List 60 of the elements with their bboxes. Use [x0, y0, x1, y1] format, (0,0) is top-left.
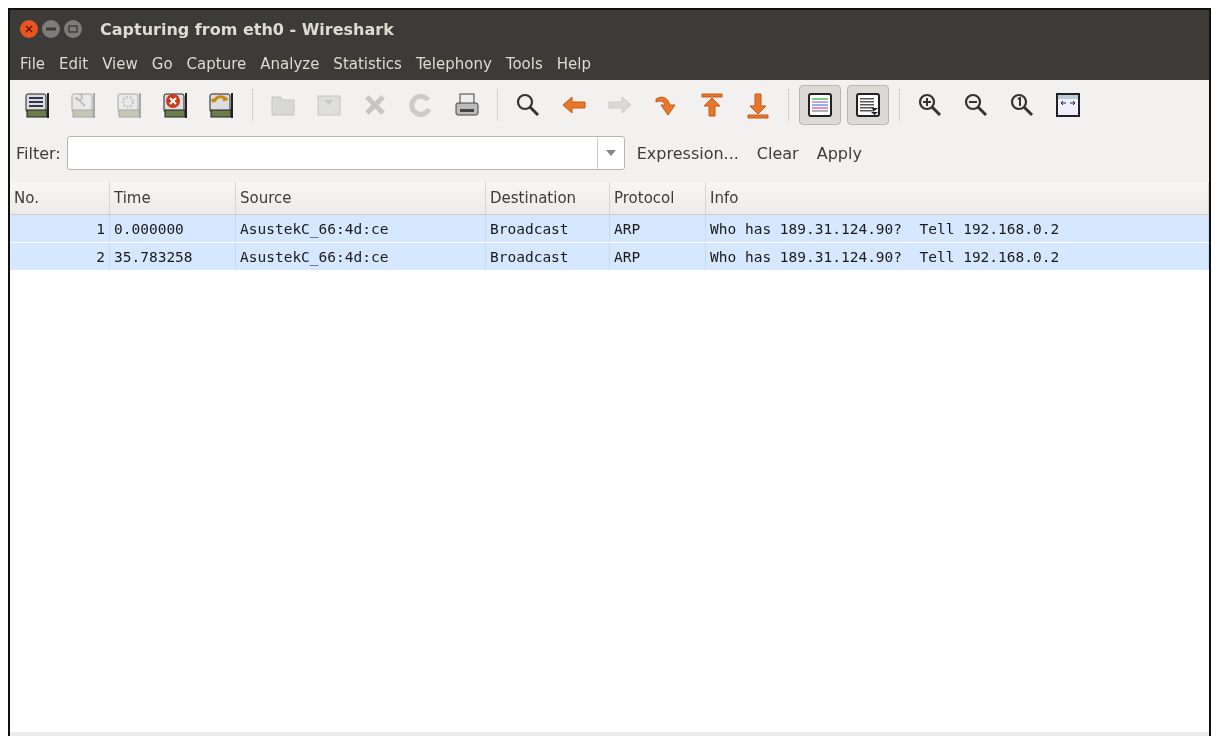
table-cell: Who has 189.31.124.90? Tell 192.168.0.2: [706, 215, 1209, 242]
column-header[interactable]: Protocol: [610, 182, 706, 214]
column-header[interactable]: Time: [110, 182, 236, 214]
filter-label: Filter:: [16, 143, 61, 163]
down-arrow-bar-icon: [744, 91, 772, 119]
minimize-button[interactable]: [42, 20, 60, 38]
menu-item[interactable]: File: [14, 51, 54, 77]
network-card-restart-icon: [208, 90, 236, 120]
zoom-normal-magnifier-icon: [1008, 91, 1036, 119]
table-cell: Who has 189.31.124.90? Tell 192.168.0.2: [706, 243, 1209, 270]
menu-item[interactable]: Capture: [180, 51, 255, 77]
printer-icon: [453, 91, 481, 119]
scrolling-list-icon: [854, 91, 882, 119]
network-card-wrench-icon: [70, 90, 98, 120]
column-header[interactable]: Source: [236, 182, 486, 214]
close-button[interactable]: [20, 20, 38, 38]
menu-item[interactable]: Go: [145, 51, 181, 77]
packet-row[interactable]: 1 0.000000 AsustekC_66:4d:ce Broadcast ARP Who has 189.31.124.90? Tell 192.168.0.2: [10, 215, 1209, 243]
filter-button[interactable]: Expression...: [630, 139, 745, 167]
table-cell: Broadcast: [486, 215, 610, 242]
column-header[interactable]: Info: [706, 182, 1209, 214]
zoom-out-magnifier-icon: [962, 91, 990, 119]
table-cell: AsustekC_66:4d:ce: [236, 215, 486, 242]
network-card-stop-icon: [162, 90, 190, 120]
filter-button[interactable]: Clear: [750, 139, 805, 167]
network-card-gear-icon: [116, 90, 144, 120]
column-header[interactable]: No.: [10, 182, 110, 214]
menu-item[interactable]: Analyze: [254, 51, 328, 77]
table-cell: ARP: [610, 243, 706, 270]
table-cell: ARP: [610, 215, 706, 242]
table-cell: 35.783258: [110, 243, 236, 270]
resize-columns-icon: [1054, 91, 1082, 119]
menu-item[interactable]: View: [96, 51, 146, 77]
colored-lines-icon: [806, 91, 834, 119]
table-cell: AsustekC_66:4d:ce: [236, 243, 486, 270]
packet-row[interactable]: 2 35.783258 AsustekC_66:4d:ce Broadcast ARP Who has 189.31.124.90? Tell 192.168.0.2: [10, 243, 1209, 271]
column-header[interactable]: Destination: [486, 182, 610, 214]
toolbar-button[interactable]: [799, 85, 841, 125]
maximize-icon: [68, 25, 78, 33]
table-cell: Broadcast: [486, 243, 610, 270]
table-cell: 2: [10, 243, 110, 270]
filter-button[interactable]: Apply: [810, 139, 868, 167]
zoom-in-magnifier-icon: [916, 91, 944, 119]
filter-field[interactable]: [66, 136, 625, 170]
menu-item[interactable]: Statistics: [327, 51, 410, 77]
close-icon: [25, 25, 33, 33]
menu-item[interactable]: Edit: [53, 51, 97, 77]
menu-item[interactable]: Telephony: [409, 51, 500, 77]
maximize-button[interactable]: [64, 20, 82, 38]
minimize-icon: [46, 27, 56, 31]
window-title: Capturing from eth0 - Wireshark: [100, 19, 394, 39]
menu-item[interactable]: Help: [550, 51, 599, 77]
menu-item[interactable]: Tools: [499, 51, 551, 77]
network-card-list-icon: [24, 90, 52, 120]
table-cell: 1: [10, 215, 110, 242]
dropdown-icon: [605, 150, 616, 156]
table-cell: 0.000000: [110, 215, 236, 242]
up-arrow-bar-icon: [698, 91, 726, 119]
search-icon: [514, 91, 542, 119]
toolbar-button[interactable]: [847, 85, 889, 125]
